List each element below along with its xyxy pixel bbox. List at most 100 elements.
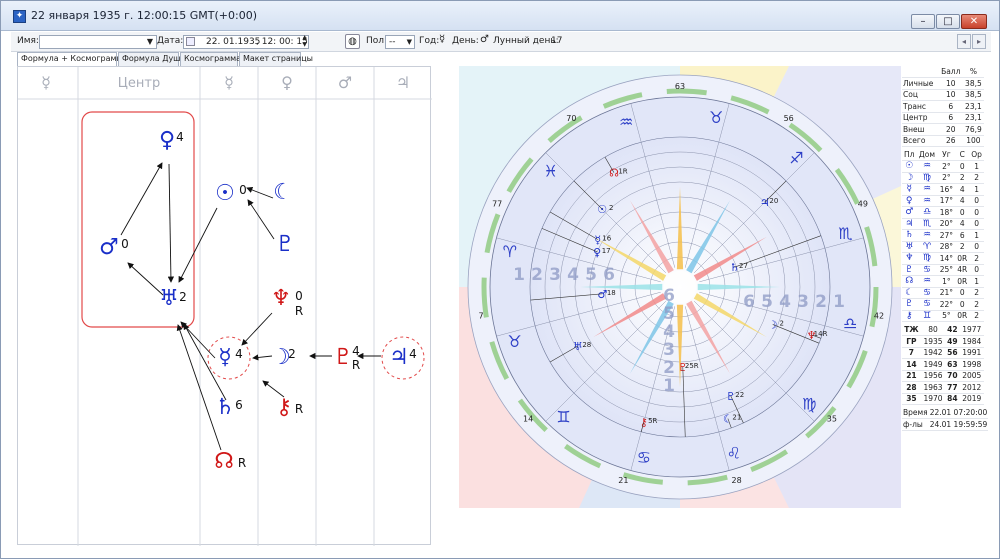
svg-text:18: 18: [607, 289, 616, 297]
year-cell: ГР: [902, 335, 921, 348]
calendar-icon[interactable]: [186, 37, 195, 46]
year-row: 35 1970 84 2019: [902, 393, 984, 405]
node-saturn[interactable]: ♄ 6: [215, 395, 243, 420]
degree-label: 56: [784, 114, 794, 123]
year-cell: 1963: [920, 381, 946, 394]
next-arrow-icon[interactable]: ▸: [972, 34, 986, 49]
sign-leo-icon: ♌: [727, 443, 741, 462]
planet-cell: 21°: [937, 287, 956, 299]
node-venus[interactable]: ♀ 4: [159, 128, 184, 153]
tab-formula-cosmogram[interactable]: Формула + Космограмма: [17, 52, 128, 66]
close-button[interactable]: ✕: [961, 14, 987, 29]
year-cell: 28: [902, 381, 921, 394]
globe-icon[interactable]: ◍: [345, 34, 360, 49]
degree-label: 35: [827, 415, 837, 424]
planet-row: ♀ ♒ 17° 4 0: [902, 195, 984, 207]
node-chiron[interactable]: ⚷ R: [276, 395, 303, 420]
planet-cell: ☾: [902, 287, 917, 299]
inner-number: 1: [513, 265, 525, 285]
years-table: ТЖ 80 42 1977 ГР 1935 49 1984 7 1942 56 1991 14 1949 6…: [902, 324, 984, 405]
inner-number: 5: [663, 304, 675, 324]
svg-text:☿: ☿: [594, 234, 601, 247]
planet-cell: 1: [969, 275, 984, 288]
inner-number: 5: [761, 292, 773, 312]
node-moon-dark[interactable]: ☾: [273, 180, 293, 205]
planet-cell: ♈: [916, 241, 938, 253]
planet-cell: ♒: [916, 275, 938, 288]
planet-cell: ♅: [902, 241, 917, 253]
node-north-node[interactable]: ☊ R: [214, 449, 246, 474]
sign-aquarius-icon: ♒: [619, 113, 633, 132]
node-uranus[interactable]: ♅ 2: [159, 286, 187, 311]
planet-cell: 0: [969, 218, 984, 230]
minimize-button[interactable]: –: [911, 14, 935, 29]
node-neptune[interactable]: ♆ 0 R: [271, 286, 303, 318]
score-label: Транс: [902, 100, 939, 113]
time-row: ф-лы 24.01 19:59:59: [902, 418, 989, 431]
score-label: Всего: [902, 135, 939, 147]
year-cell: 21: [902, 370, 921, 382]
tab-soul-formula[interactable]: Формула Души: [118, 52, 186, 66]
degree-label: 49: [858, 200, 868, 209]
planet-cell: ♒: [916, 160, 938, 173]
svg-text:⚷: ⚷: [276, 395, 292, 420]
score-row: Личные 10 38,5: [902, 77, 984, 90]
planet-cell: 2: [955, 241, 970, 253]
sex-select[interactable]: -- ▼: [385, 35, 415, 49]
sign-sagittarius-icon: ♐: [789, 149, 803, 168]
year-cell: 7: [902, 347, 921, 359]
planet-table: Пл Дом Уг С Ор ☉ ♒ 2° 0 1 ☽ ♍ 2° 2 2 ☿ ♒ 16° 4 1 ♀ ♒ 17° 4 0 ♂ ♎ 1…: [902, 149, 984, 322]
planet-cell: 27°: [937, 229, 956, 242]
time-value: 22.01 07:20:00: [928, 407, 989, 419]
score-value: 26: [938, 135, 963, 147]
time-spinner-icon[interactable]: ▲ ▼: [302, 34, 307, 48]
sign-scorpio-icon: ♏: [838, 224, 852, 243]
score-percent: 38,5: [962, 89, 984, 101]
maximize-button[interactable]: □: [936, 14, 960, 29]
svg-text:☊: ☊: [214, 449, 234, 474]
planet-cell: 1: [969, 229, 984, 242]
node-mercury[interactable]: ☿ 4: [218, 345, 243, 370]
header-jupiter: ♃: [396, 73, 410, 92]
year-row: 28 1963 77 2012: [902, 381, 984, 394]
year-cell: 2005: [959, 370, 984, 382]
svg-text:5R: 5R: [648, 417, 657, 425]
svg-text:☿: ☿: [218, 345, 232, 370]
svg-text:4: 4: [176, 130, 184, 144]
tab-page-layout[interactable]: Макет страницы: [239, 52, 313, 66]
planet-cell: ♇: [902, 264, 917, 276]
planet-cell: 2°: [937, 160, 956, 173]
planet-cell: 2: [969, 287, 984, 299]
tab-cosmogram[interactable]: Космограмма: [180, 52, 241, 66]
planet-cell: ♇: [902, 298, 917, 311]
planet-cell: 2: [955, 172, 970, 184]
node-jupiter[interactable]: ♃ 4: [389, 345, 417, 370]
planet-cell: ♍: [916, 172, 938, 184]
svg-text:16: 16: [602, 235, 611, 243]
planet-cell: 14°: [937, 252, 956, 265]
svg-text:♄: ♄: [730, 261, 740, 274]
planet-cell: 0: [955, 160, 970, 173]
year-cell: 1970: [920, 393, 946, 405]
date-field[interactable]: 22. 01.1935 , 12: 00: 15 ▲ ▼: [183, 34, 309, 49]
planet-cell: 4: [955, 195, 970, 207]
node-moon[interactable]: ☽ 2: [271, 345, 296, 370]
planet-cell: 25°: [937, 264, 956, 276]
planet-header-cell: Дом: [916, 149, 938, 161]
time-table: Время 22.01 07:20:00 ф-лы 24.01 19:59:59: [902, 407, 989, 431]
svg-text:♃: ♃: [760, 196, 770, 209]
node-pluto[interactable]: ♇: [275, 232, 295, 257]
node-proserpina[interactable]: ♇ 4 R: [333, 344, 360, 372]
node-mars[interactable]: ♂ 0: [99, 235, 129, 260]
inner-number: 2: [531, 265, 543, 285]
planet-cell: 4R: [955, 264, 970, 276]
prev-arrow-icon[interactable]: ◂: [957, 34, 971, 49]
formula-panel: ☿ Центр ☿ ♀ ♂ ♃ ♀ 4 ♂ 0 ♅ 2 ☉ 0 ☾ ♇ ♆ 0 …: [17, 66, 432, 546]
planet-row: ♆ ♍ 14° 0R 2: [902, 252, 984, 265]
node-sun[interactable]: ☉ 0: [215, 181, 247, 206]
year-cell: 1935: [920, 335, 946, 348]
degree-label: 28: [732, 476, 742, 485]
name-field[interactable]: ▼: [39, 35, 157, 49]
score-label: Личные: [902, 77, 939, 90]
planet-cell: ☽: [902, 172, 917, 184]
